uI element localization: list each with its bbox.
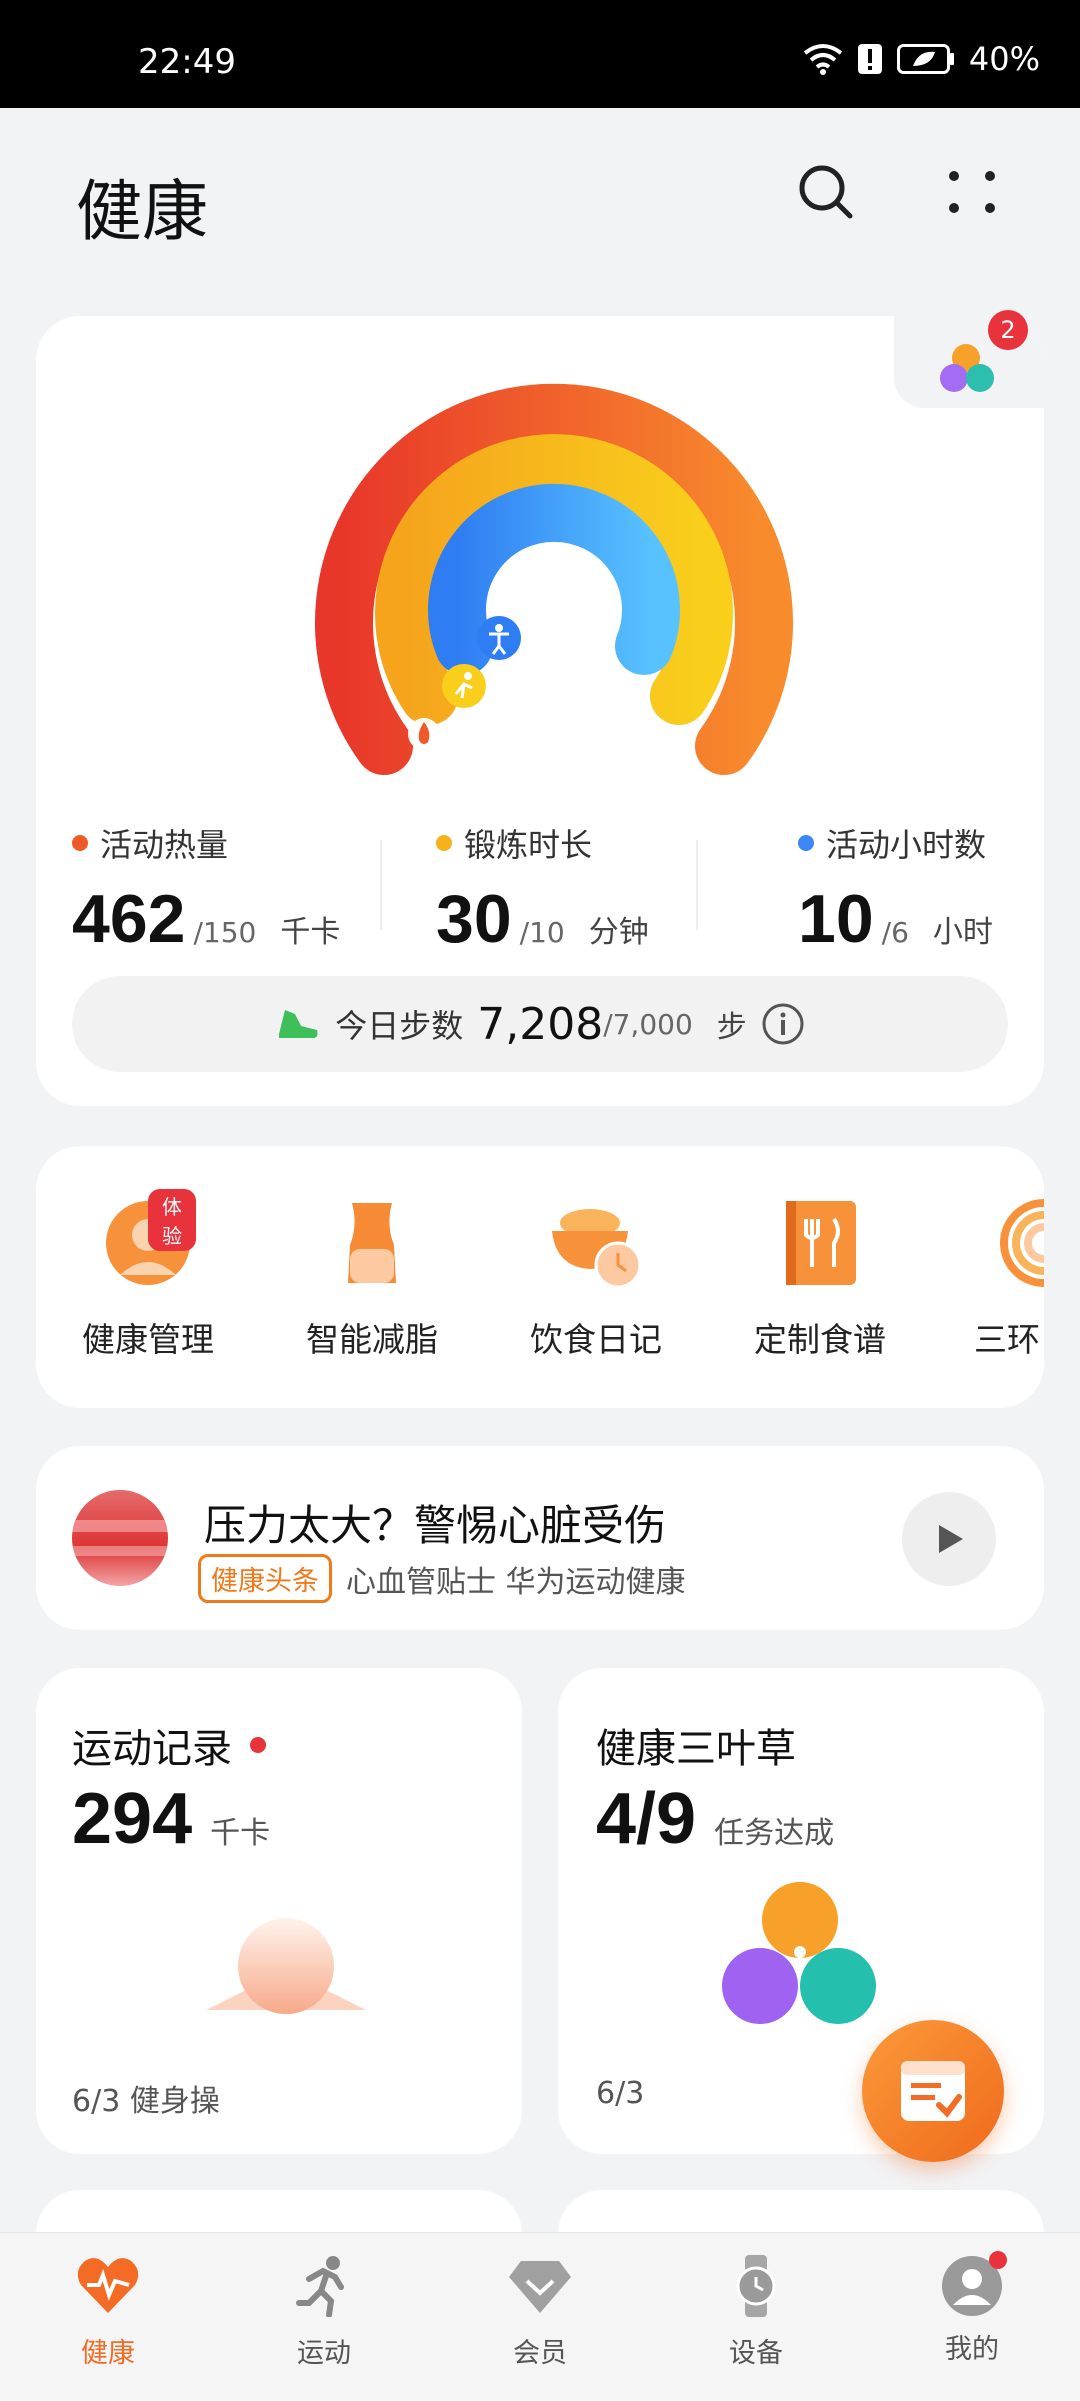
wifi-icon [803,44,843,75]
card-title: 健康三叶草 [596,1726,796,1772]
exercise-record-card[interactable]: 运动记录 294 千卡 6/3 健身操 [36,1668,522,2154]
news-tag: 健康头条 [198,1554,332,1603]
stat-label: 锻炼时长 [464,826,593,864]
status-time: 22:49 [138,42,236,82]
shortcut-label: 三环 [974,1320,1040,1359]
page-title: 健康 [76,173,208,250]
nav-label: 设备 [729,2338,783,2369]
clover-footer: 6/3 [596,2076,645,2111]
stat-goal: /10 [519,916,565,949]
news-source: 心血管贴士 华为运动健康 [346,1564,686,1600]
stat-goal: /6 [881,916,909,949]
battery-percent: 40% [968,40,1040,78]
runner-icon [296,2256,344,2318]
floating-action-button[interactable] [862,2020,1004,2162]
stat-stand[interactable]: 活动小时数 10 /6 小时 [798,820,993,958]
card-title: 运动记录 [72,1726,232,1772]
play-icon [939,1525,963,1553]
diamond-icon [509,2261,571,2313]
play-button[interactable] [902,1492,996,1586]
divider [380,840,382,930]
shortcut-label: 健康管理 [82,1320,214,1359]
shoe-icon [279,1010,318,1038]
record-value: 294 [72,1779,193,1859]
recipe-book-icon [786,1201,856,1285]
checklist-icon [901,2061,965,2121]
nav-label: 我的 [945,2334,999,2365]
steps-goal: /7,000 [603,1007,693,1041]
status-bar: 22:49 40% [0,0,1080,108]
body-shape-icon [348,1203,396,1283]
stat-label: 活动热量 [100,826,229,864]
unread-dot [250,1737,266,1753]
activity-rings [315,383,793,775]
activity-rings-card[interactable]: 2 活动热量 462 /150 千卡 锻炼时长 30 /10 分钟 活动小时数 … [36,310,1044,1106]
exercise-dot [436,835,452,851]
steps-pill[interactable]: 今日步数 7,208 /7,000 步 [72,976,1008,1072]
steps-value: 7,208 [477,998,604,1050]
divider [696,840,698,930]
clover-unit: 任务达成 [714,1816,835,1851]
info-icon[interactable] [761,1002,805,1046]
stat-exercise[interactable]: 锻炼时长 30 /10 分钟 [436,820,649,958]
stat-value: 10 [798,881,874,957]
notification-badge: 2 [988,310,1028,350]
meal-bowl-icon [552,1209,642,1289]
steps-unit: 步 [716,1010,747,1045]
nav-health[interactable]: 健康 [38,2255,178,2370]
news-card[interactable]: 压力太大？警惕心脏受伤 健康头条 心血管贴士 华为运动健康 [36,1446,1044,1630]
shortcut-label: 饮食日记 [530,1320,662,1359]
nav-me[interactable]: 我的 [902,2251,1042,2366]
nav-label: 运动 [297,2338,351,2369]
clover-value: 4/9 [596,1779,697,1859]
stat-value: 30 [436,881,512,957]
watch-icon [736,2255,776,2317]
search-icon [799,165,853,219]
stat-unit: 小时 [932,915,993,950]
more-menu-button[interactable] [936,156,1008,228]
record-unit: 千卡 [210,1816,271,1851]
nav-label: 健康 [81,2338,135,2369]
bottom-navigation: 健康 运动 会员 设备 我的 [0,2232,1080,2401]
record-footer: 6/3 健身操 [72,2084,220,2119]
shortcut-diet-diary[interactable]: 饮食日记 [506,1195,686,1361]
alert-icon [857,44,882,74]
nav-label: 会员 [513,2338,567,2369]
shortcut-three-rings[interactable]: 三环 [954,1195,1044,1361]
news-title: 压力太大？警惕心脏受伤 [204,1501,667,1550]
search-button[interactable] [790,156,862,228]
clover-chart [722,1882,876,2024]
heart-pulse-icon [77,2258,139,2313]
rings-icon [1000,1199,1044,1287]
battery-icon [896,44,954,74]
stat-goal: /150 [193,916,257,949]
more-dots-icon [949,171,995,213]
trial-badge: 体验 [148,1189,196,1251]
steps-label: 今日步数 [335,1007,464,1045]
stat-label: 活动小时数 [826,826,987,864]
calories-dot [72,835,88,851]
notification-dot [989,2251,1007,2269]
shortcut-custom-recipe[interactable]: 定制食谱 [730,1195,910,1361]
shortcut-label: 定制食谱 [754,1320,886,1359]
exercise-illustration [206,1918,366,2014]
clover-shortcut[interactable]: 2 [894,310,1044,408]
shortcut-smart-fat-loss[interactable]: 智能减脂 [282,1195,462,1361]
stand-dot [798,835,814,851]
nav-membership[interactable]: 会员 [470,2255,610,2370]
shortcut-label: 智能减脂 [306,1320,438,1359]
stat-value: 462 [72,881,186,957]
shortcut-health-management[interactable]: 体验 健康管理 [58,1189,238,1361]
news-thumbnail [72,1490,168,1586]
nav-exercise[interactable]: 运动 [254,2255,394,2370]
stat-unit: 分钟 [588,915,649,950]
stat-calories[interactable]: 活动热量 462 /150 千卡 [72,820,340,958]
stat-unit: 千卡 [280,915,341,950]
nav-devices[interactable]: 设备 [686,2255,826,2370]
